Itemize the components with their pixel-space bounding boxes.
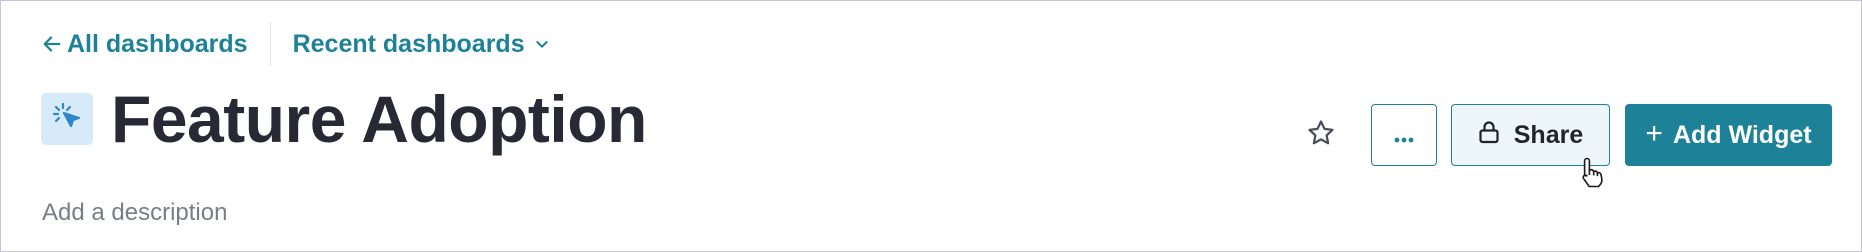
plus-icon: + (1645, 116, 1663, 150)
dashboard-header: All dashboards Recent dashboards Feature… (0, 0, 1862, 252)
favorite-button[interactable] (1301, 115, 1341, 155)
arrow-left-icon (41, 33, 67, 55)
star-icon (1306, 118, 1336, 153)
recent-dashboards-label: Recent dashboards (292, 29, 525, 58)
lock-icon (1478, 120, 1514, 151)
dashboard-icon-button[interactable] (41, 93, 93, 145)
cursor-click-icon (52, 102, 82, 137)
chevron-down-icon (525, 36, 550, 52)
more-options-button[interactable] (1371, 104, 1437, 166)
add-widget-label: Add Widget (1672, 120, 1812, 149)
description-field[interactable]: Add a description (42, 197, 227, 229)
share-label: Share (1513, 120, 1584, 149)
top-navigation: All dashboards Recent dashboards (41, 22, 550, 66)
share-button[interactable]: Share (1451, 104, 1610, 166)
ellipsis-icon (1393, 121, 1415, 150)
header-actions: Share + Add Widget (1301, 103, 1832, 167)
page-title[interactable]: Feature Adoption (111, 83, 647, 155)
nav-divider (269, 22, 271, 66)
title-row: Feature Adoption (41, 83, 647, 155)
recent-dashboards-dropdown[interactable]: Recent dashboards (293, 30, 550, 59)
all-dashboards-label: All dashboards (67, 29, 248, 58)
add-widget-button[interactable]: + Add Widget (1625, 104, 1832, 166)
all-dashboards-link[interactable]: All dashboards (41, 30, 248, 59)
